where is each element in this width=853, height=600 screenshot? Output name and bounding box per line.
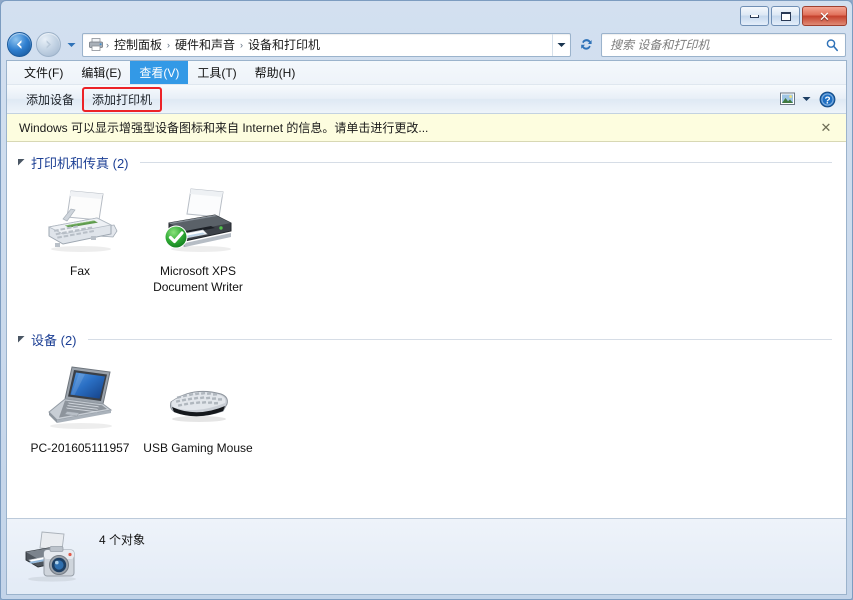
chevron-down-icon [557, 42, 565, 47]
group-header[interactable]: 设备 (2) [7, 325, 846, 352]
fax-icon [40, 185, 120, 257]
device-item-computer[interactable]: PC-201605111957 [21, 358, 139, 464]
address-printer-icon [87, 36, 105, 54]
menu-item-edit[interactable]: 编辑(E) [72, 61, 130, 84]
group-divider [139, 162, 832, 163]
minimize-button[interactable] [740, 6, 769, 26]
status-bar: 4 个对象 [7, 518, 846, 594]
device-item-fax[interactable]: Fax [21, 181, 139, 303]
navigation-bar: › 控制面板 › 硬件和声音 › 设备和打印机 [6, 29, 847, 60]
laptop-icon [40, 362, 120, 434]
chevron-down-icon [67, 42, 76, 47]
group-items: PC-201605111957 USB Gaming Mouse [7, 352, 846, 464]
group-printers-and-faxes: 打印机和传真 (2) Fax Microsoft XPS Document Wr… [7, 148, 846, 307]
address-dropdown-button[interactable] [552, 33, 569, 56]
menu-bar: 文件(F) 编辑(E) 查看(V) 工具(T) 帮助(H) [7, 61, 846, 85]
notification-close-icon[interactable]: ✕ [816, 118, 836, 138]
device-label: Fax [69, 264, 90, 278]
menu-item-tools[interactable]: 工具(T) [188, 61, 245, 84]
mouse-icon [158, 362, 238, 434]
view-options-chevron-down-icon[interactable] [798, 89, 814, 109]
window-controls: ✕ [740, 6, 847, 26]
add-printer-button[interactable]: 添加打印机 [82, 86, 163, 112]
maximize-button[interactable] [771, 6, 800, 26]
forward-arrow-icon [46, 40, 51, 49]
device-list: 打印机和传真 (2) Fax Microsoft XPS Document Wr… [7, 142, 846, 518]
menu-item-view[interactable]: 查看(V) [130, 61, 189, 84]
device-label: USB Gaming Mouse [143, 441, 253, 455]
status-object-count: 4 个对象 [99, 533, 146, 547]
maximize-icon [780, 11, 791, 21]
minimize-icon [750, 14, 759, 18]
breadcrumb-item-2[interactable]: 设备和打印机 [244, 34, 324, 55]
close-icon: ✕ [819, 8, 830, 24]
svg-text:?: ? [824, 95, 830, 106]
device-label: PC-201605111957 [30, 441, 130, 455]
search-icon [821, 38, 843, 52]
breadcrumb-item-1[interactable]: 硬件和声音 [171, 34, 239, 55]
group-devices: 设备 (2) PC-201605111957 USB Gaming Mouse [7, 325, 846, 468]
help-icon[interactable]: ? [814, 89, 840, 109]
address-bar[interactable]: › 控制面板 › 硬件和声音 › 设备和打印机 [82, 32, 571, 57]
device-item-xps-writer[interactable]: Microsoft XPS Document Writer [139, 181, 257, 303]
device-label: Microsoft XPS Document Writer [153, 264, 243, 294]
group-items: Fax Microsoft XPS Document Writer [7, 175, 846, 303]
search-input[interactable] [610, 37, 821, 52]
breadcrumb-item-0[interactable]: 控制面板 [110, 34, 166, 55]
view-options-icon[interactable] [776, 89, 798, 109]
collapse-triangle-icon[interactable] [17, 335, 26, 344]
back-button[interactable] [7, 32, 32, 57]
client-area: 文件(F) 编辑(E) 查看(V) 工具(T) 帮助(H) 添加设备 添加打印机 [6, 60, 847, 595]
menu-item-file[interactable]: 文件(F) [15, 61, 72, 84]
breadcrumb: › 控制面板 › 硬件和声音 › 设备和打印机 [105, 34, 552, 55]
group-title: 设备 (2) [31, 333, 77, 348]
back-arrow-icon [17, 40, 22, 49]
add-device-button[interactable]: 添加设备 [17, 88, 83, 111]
printer-icon [158, 185, 238, 257]
command-toolbar: 添加设备 添加打印机 ? [7, 85, 846, 114]
notification-message: Windows 可以显示增强型设备图标和来自 Internet 的信息。请单击进… [19, 121, 429, 135]
title-bar: ✕ [6, 6, 847, 29]
close-button[interactable]: ✕ [802, 6, 847, 26]
group-header[interactable]: 打印机和传真 (2) [7, 148, 846, 175]
devices-printer-camera-icon [19, 529, 85, 585]
device-item-mouse[interactable]: USB Gaming Mouse [139, 358, 257, 464]
group-divider [87, 339, 832, 340]
notification-bar[interactable]: Windows 可以显示增强型设备图标和来自 Internet 的信息。请单击进… [7, 114, 846, 142]
group-title: 打印机和传真 (2) [31, 156, 129, 171]
collapse-triangle-icon[interactable] [17, 158, 26, 167]
menu-item-help[interactable]: 帮助(H) [246, 61, 305, 84]
search-box[interactable] [601, 32, 846, 57]
refresh-icon [580, 39, 592, 50]
refresh-button[interactable] [575, 33, 597, 57]
history-dropdown-button[interactable] [65, 32, 78, 57]
forward-button[interactable] [36, 32, 61, 57]
explorer-window: ✕ › 控制面板 › 硬件和声音 › 设备和打印机 搜索 设备和打印机 文件(F… [0, 0, 853, 600]
